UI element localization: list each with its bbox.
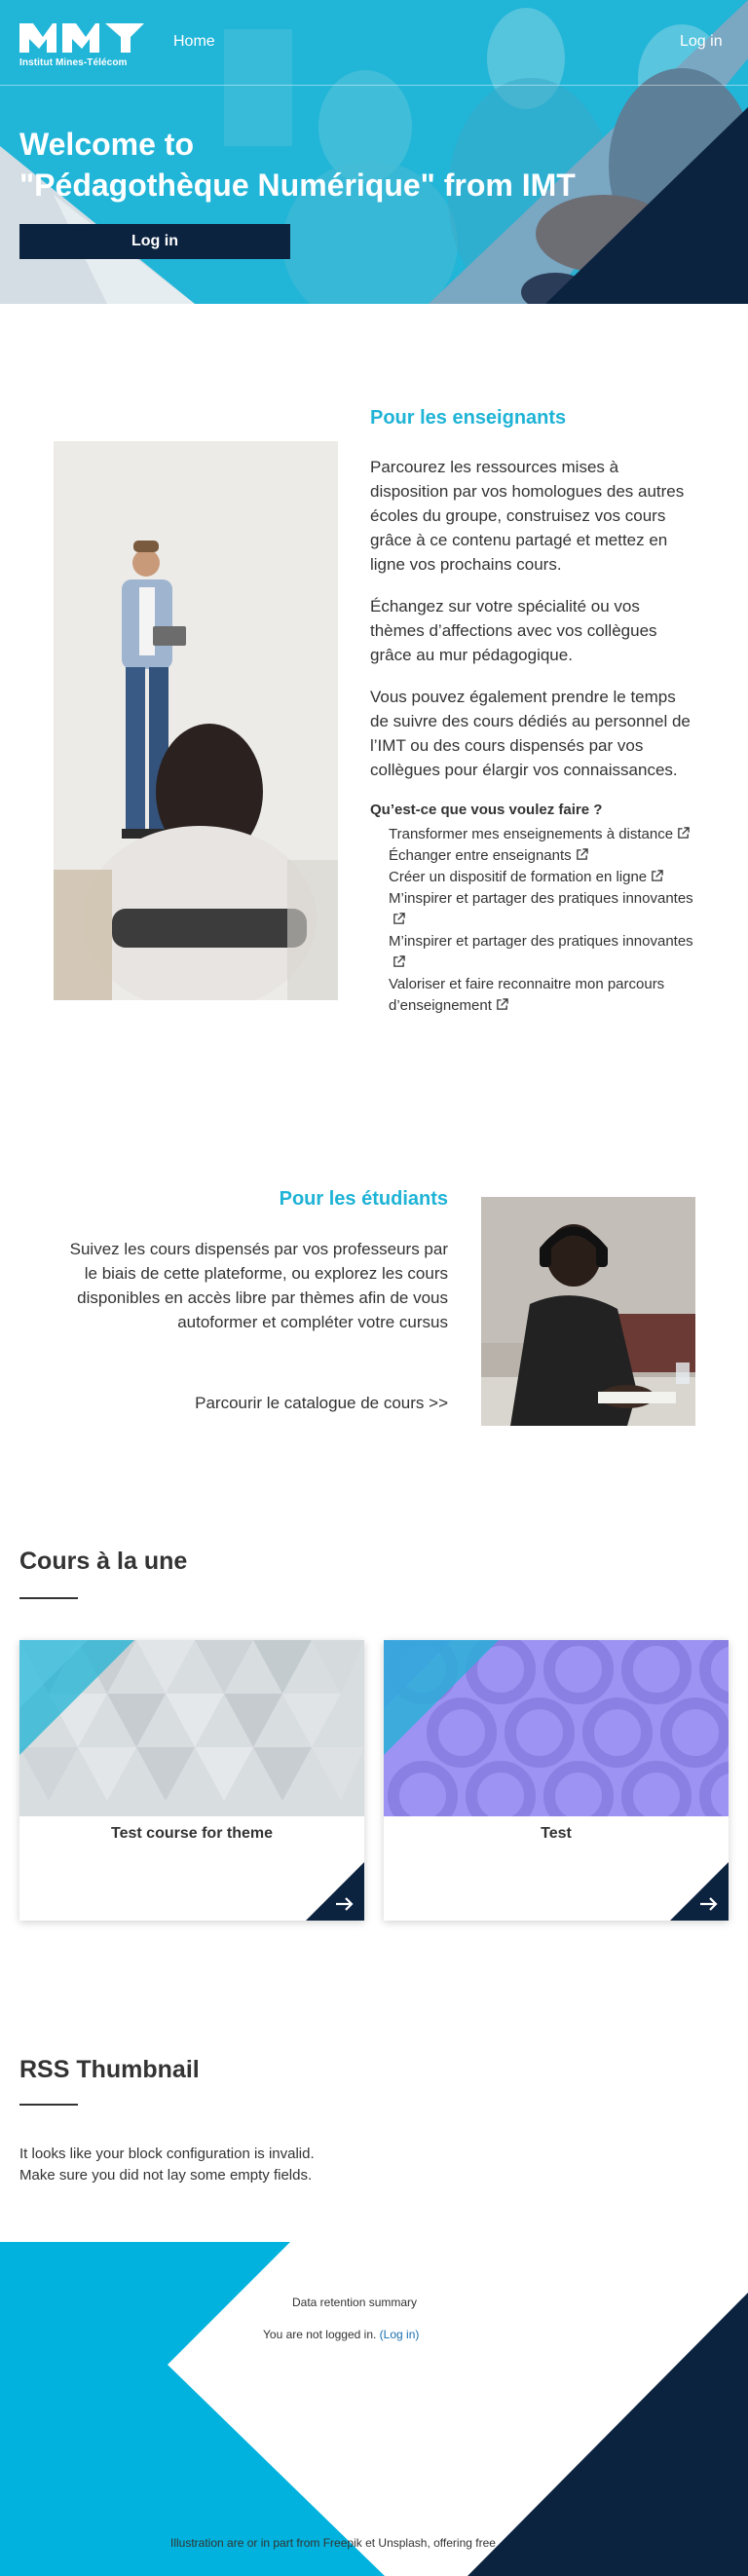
teacher-link-create-online[interactable]: Créer un dispositif de formation en lign… — [389, 867, 700, 888]
courses-title-rule — [19, 1597, 78, 1599]
external-link-icon — [576, 848, 588, 860]
teachers-link-list: Transformer mes enseignements à distance… — [389, 824, 700, 1017]
course-card-image — [19, 1640, 364, 1816]
teacher-link-inspire-1[interactable]: M’inspirer et partager des pratiques inn… — [389, 888, 700, 931]
login-status: You are not logged in. (Log in) — [263, 2328, 419, 2341]
teacher-link-label: M’inspirer et partager des pratiques inn… — [389, 890, 693, 907]
course-catalogue-link[interactable]: Parcourir le catalogue de cours >> — [156, 1394, 448, 1413]
students-paragraph: Suivez les cours dispensés par vos profe… — [69, 1240, 448, 1331]
external-link-icon — [393, 913, 405, 924]
teacher-link-recognition[interactable]: Valoriser et faire reconnaitre mon parco… — [389, 974, 700, 1017]
arrow-right-icon[interactable] — [306, 1862, 364, 1921]
student-photo — [481, 1197, 695, 1426]
teacher-link-remote-teaching[interactable]: Transformer mes enseignements à distance — [389, 824, 700, 845]
arrow-right-icon[interactable] — [670, 1862, 729, 1921]
rss-title-rule — [19, 2104, 78, 2106]
teachers-title: Pour les enseignants — [370, 407, 567, 429]
course-card-image — [384, 1640, 729, 1816]
teacher-link-label: M’inspirer et partager des pratiques inn… — [389, 933, 693, 950]
teachers-paragraph-1: Parcourez les ressources mises à disposi… — [370, 458, 685, 574]
rss-error-line1: It looks like your block configuration i… — [19, 2146, 315, 2162]
hero-title-line2: "Pédagothèque Numérique" from IMT — [19, 168, 576, 203]
external-link-icon — [678, 827, 690, 839]
top-navbar: Institut Mines-Télécom Home Log in — [0, 0, 748, 86]
teachers-paragraph-2: Échangez sur votre spécialité ou vos thè… — [370, 597, 657, 664]
hero-banner: Institut Mines-Télécom Home Log in Welco… — [0, 0, 748, 304]
footer-login-link[interactable]: (Log in) — [380, 2328, 420, 2341]
nav-login-link[interactable]: Log in — [680, 33, 723, 51]
footer-background — [0, 2242, 748, 2576]
logo-text: Institut Mines-Télécom — [19, 57, 128, 68]
nav-home-link[interactable]: Home — [173, 33, 215, 51]
external-link-icon — [652, 870, 663, 881]
course-card-2[interactable]: Test — [384, 1640, 729, 1921]
hero-title: Welcome to "Pédagothèque Numérique" from… — [19, 124, 643, 205]
external-link-icon — [393, 955, 405, 967]
course-card-1[interactable]: Test course for theme — [19, 1640, 364, 1921]
teacher-link-label: Transformer mes enseignements à distance — [389, 826, 674, 842]
data-retention-link[interactable]: Data retention summary — [292, 2296, 417, 2309]
teacher-photo — [54, 441, 338, 1000]
rss-error-line2: Make sure you did not lay some empty fie… — [19, 2167, 313, 2184]
course-card-title: Test course for theme — [111, 1825, 273, 1842]
teacher-link-label: Échanger entre enseignants — [389, 847, 572, 864]
teacher-link-exchange[interactable]: Échanger entre enseignants — [389, 845, 700, 867]
teacher-link-label: Créer un dispositif de formation en lign… — [389, 869, 648, 885]
teachers-paragraph-3: Vous pouvez également prendre le temps d… — [370, 688, 691, 779]
hero-title-line1: Welcome to — [19, 127, 194, 162]
hero-login-button[interactable]: Log in — [19, 224, 290, 259]
courses-title: Cours à la une — [19, 1548, 188, 1575]
footer: Data retention summary You are not logge… — [0, 2242, 748, 2576]
external-link-icon — [497, 998, 508, 1010]
not-logged-in-text: You are not logged in. — [263, 2328, 377, 2341]
rss-title: RSS Thumbnail — [19, 2056, 200, 2083]
teachers-question: Qu’est-ce que vous voulez faire ? — [370, 802, 603, 818]
teacher-link-label: Valoriser et faire reconnaitre mon parco… — [389, 976, 665, 1014]
students-title: Pour les étudiants — [279, 1188, 448, 1210]
course-card-title: Test — [541, 1825, 572, 1842]
rss-error-message: It looks like your block configuration i… — [19, 2144, 315, 2186]
teacher-link-inspire-2[interactable]: M’inspirer et partager des pratiques inn… — [389, 931, 700, 974]
footer-credits: Illustration are or in part from Freepik… — [170, 2536, 496, 2550]
